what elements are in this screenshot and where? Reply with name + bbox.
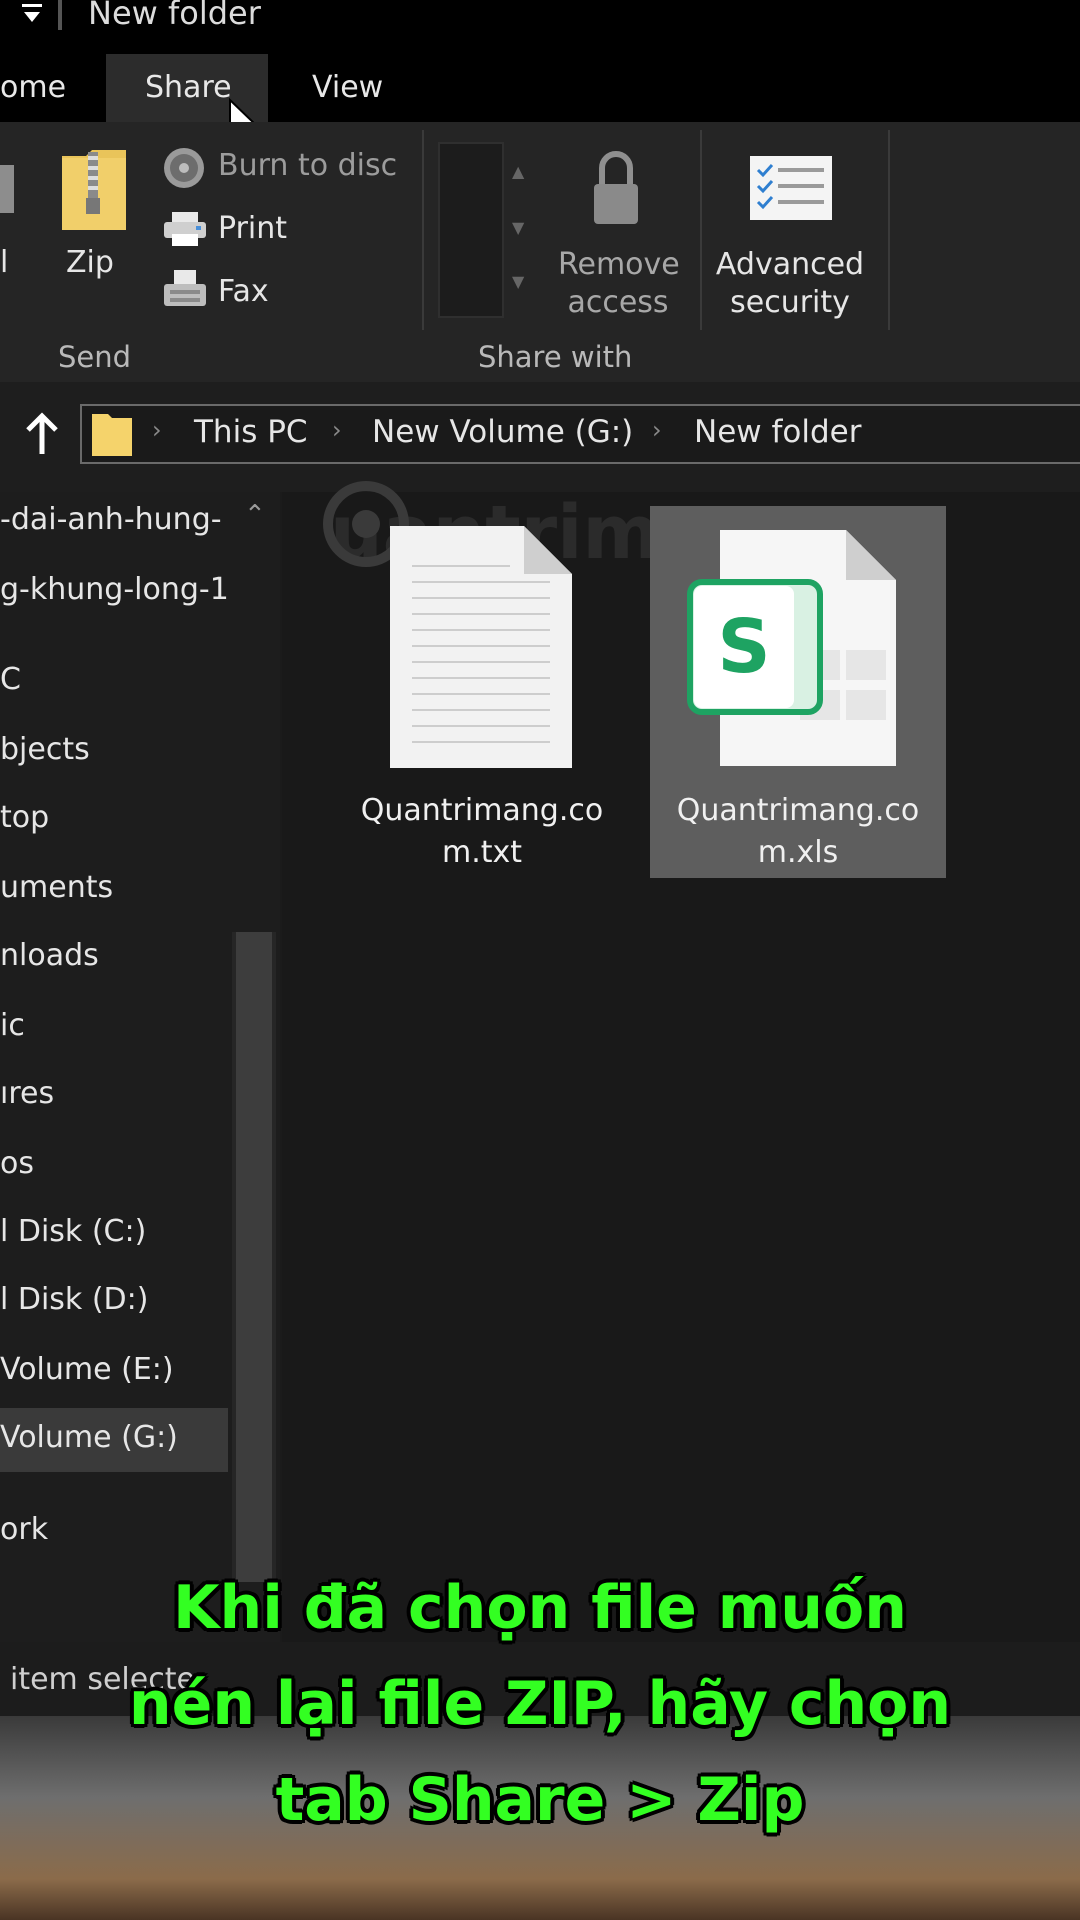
- advanced-security-button[interactable]: Advanced security: [706, 246, 874, 322]
- zip-folder-icon: [58, 146, 130, 236]
- burn-to-disc-button[interactable]: Burn to disc: [218, 148, 397, 183]
- remove-access-line1: Remove: [558, 247, 680, 282]
- disc-icon: [162, 146, 206, 194]
- nav-item-local-disk-c[interactable]: l Disk (C:): [0, 1214, 146, 1249]
- tab-home[interactable]: ome: [0, 70, 66, 105]
- lock-icon: [590, 148, 642, 232]
- breadcrumb-chevron-icon[interactable]: ›: [332, 416, 342, 444]
- partial-left-icon: [0, 165, 14, 213]
- text-file-icon[interactable]: [390, 526, 572, 772]
- nav-item-desktop[interactable]: top: [0, 800, 49, 835]
- nav-item-network[interactable]: ork: [0, 1512, 48, 1547]
- file-name-line2: m.txt: [441, 835, 523, 870]
- breadcrumb-new-volume-g[interactable]: New Volume (G:): [372, 414, 633, 450]
- title-bar: New folder: [0, 0, 1080, 40]
- file-name-line1: Quantrimang.co: [676, 793, 920, 828]
- up-arrow-icon[interactable]: [22, 412, 62, 460]
- nav-item[interactable]: g-khung-long-1: [0, 572, 229, 607]
- spreadsheet-file-icon[interactable]: S: [686, 530, 898, 770]
- nav-scroll-up-icon[interactable]: ⌃: [244, 500, 266, 530]
- group-label-send: Send: [58, 340, 132, 374]
- advanced-security-line2: security: [730, 285, 850, 320]
- nav-item[interactable]: -dai-anh-hung-: [0, 502, 222, 537]
- nav-item-volume-e[interactable]: Volume (E:): [0, 1352, 174, 1387]
- share-list-expand-icon[interactable]: ▼: [512, 272, 524, 291]
- partial-left-label: l: [0, 245, 9, 280]
- fax-icon: [162, 270, 208, 314]
- nav-item-downloads[interactable]: nloads: [0, 938, 99, 973]
- caption-line1: Khi đã chọn file muốn: [173, 1573, 907, 1643]
- remove-access-button[interactable]: Remove access: [558, 246, 680, 322]
- nav-item-volume-g[interactable]: Volume (G:): [0, 1420, 178, 1455]
- ribbon-separator: [888, 130, 890, 330]
- video-caption: Khi đã chọn file muốn nén lại file ZIP, …: [0, 1560, 1080, 1848]
- nav-item-pictures[interactable]: ıres: [0, 1076, 54, 1111]
- print-button[interactable]: Print: [218, 211, 287, 246]
- nav-item-music[interactable]: ic: [0, 1008, 25, 1043]
- folder-icon: [92, 412, 132, 460]
- group-label-share-with: Share with: [478, 340, 633, 374]
- zip-label[interactable]: Zip: [66, 245, 114, 280]
- ribbon-separator: [700, 130, 702, 330]
- quick-access-dropdown-icon[interactable]: [18, 0, 48, 38]
- breadcrumb-this-pc[interactable]: This PC: [194, 414, 308, 450]
- nav-item-local-disk-d[interactable]: l Disk (D:): [0, 1282, 148, 1317]
- nav-item-this-pc[interactable]: C: [0, 662, 21, 697]
- file-name-xls[interactable]: Quantrimang.co m.xls: [656, 790, 940, 874]
- zip-button[interactable]: [58, 146, 130, 236]
- ribbon-separator: [422, 130, 424, 330]
- window-title: New folder: [88, 0, 261, 32]
- svg-text:S: S: [717, 604, 770, 690]
- remove-access-line2: access: [567, 285, 669, 320]
- fax-button[interactable]: Fax: [218, 274, 269, 309]
- nav-item-documents[interactable]: uments: [0, 870, 113, 905]
- nav-scrollbar-thumb[interactable]: [236, 932, 272, 1582]
- title-separator: [58, 0, 62, 30]
- file-name-line2: m.xls: [757, 835, 839, 870]
- nav-item-3d-objects[interactable]: bjects: [0, 732, 90, 767]
- tab-share[interactable]: Share: [145, 70, 232, 105]
- nav-item-videos[interactable]: os: [0, 1146, 34, 1181]
- breadcrumb-chevron-icon[interactable]: ›: [652, 416, 662, 444]
- caption-line3: tab Share > Zip: [275, 1765, 805, 1835]
- printer-icon: [162, 212, 208, 252]
- file-name-txt[interactable]: Quantrimang.co m.txt: [340, 790, 624, 874]
- breadcrumb-chevron-icon[interactable]: ›: [152, 416, 162, 444]
- share-list-scroll-up-icon[interactable]: ▲: [512, 162, 524, 181]
- share-list-scroll-down-icon[interactable]: ▼: [512, 218, 524, 237]
- tab-view[interactable]: View: [312, 70, 383, 105]
- share-with-list[interactable]: [438, 142, 504, 318]
- security-checklist-icon: [750, 156, 832, 224]
- file-name-line1: Quantrimang.co: [360, 793, 604, 828]
- breadcrumb-new-folder[interactable]: New folder: [694, 414, 861, 450]
- advanced-security-line1: Advanced: [715, 247, 865, 282]
- caption-line2: nén lại file ZIP, hãy chọn: [128, 1669, 952, 1739]
